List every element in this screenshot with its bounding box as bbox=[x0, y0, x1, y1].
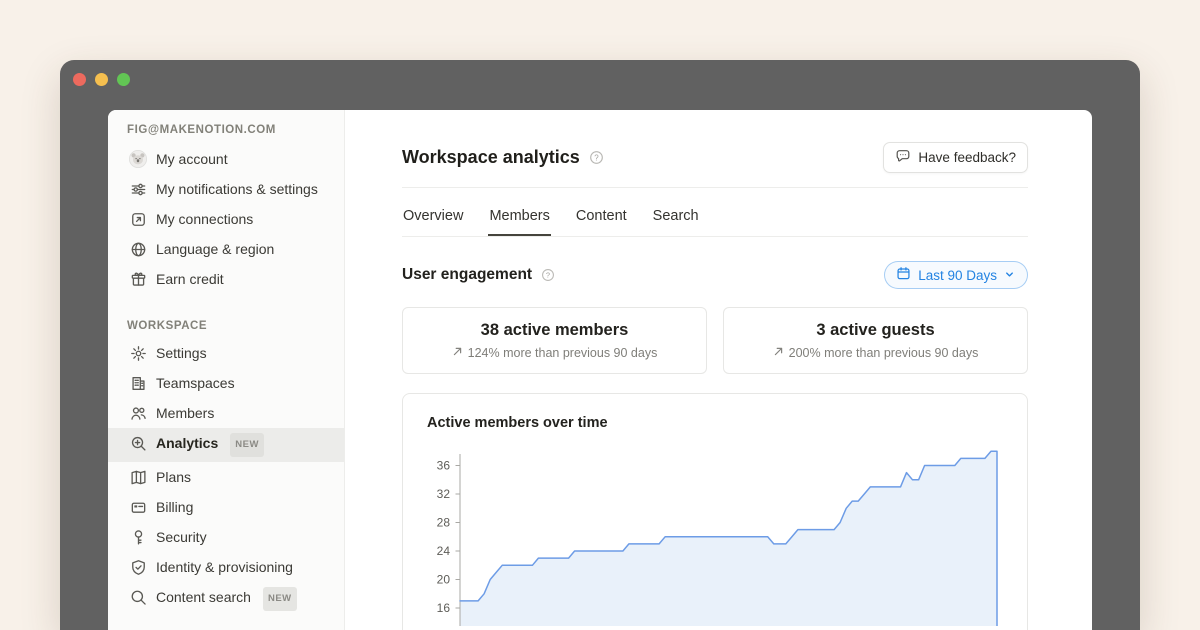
stat-trend-text: 200% more than previous 90 days bbox=[789, 346, 979, 360]
new-badge: NEW bbox=[263, 587, 297, 611]
tab-members[interactable]: Members bbox=[488, 199, 550, 236]
chart-card: Active members over time 16 20 24 28 32 36 bbox=[402, 393, 1028, 630]
minimize-button[interactable] bbox=[95, 73, 108, 86]
arrow-square-icon bbox=[129, 210, 147, 228]
sidebar-item-my-account[interactable]: My account bbox=[108, 144, 344, 174]
sidebar-item-label: My account bbox=[156, 149, 228, 169]
page-title: Workspace analytics bbox=[402, 147, 580, 168]
svg-text:24: 24 bbox=[437, 544, 451, 558]
sidebar-item-label: Members bbox=[156, 403, 214, 423]
sidebar-item-label: Security bbox=[156, 527, 207, 547]
gear-icon bbox=[129, 344, 147, 362]
have-feedback-button[interactable]: Have feedback? bbox=[883, 142, 1028, 173]
svg-text:32: 32 bbox=[437, 487, 451, 501]
svg-text:?: ? bbox=[594, 153, 599, 162]
stat-value: 38 active members bbox=[413, 321, 696, 340]
sidebar-item-billing[interactable]: Billing bbox=[108, 492, 344, 522]
sidebar-item-content-search[interactable]: Content search NEW bbox=[108, 582, 344, 616]
have-feedback-label: Have feedback? bbox=[918, 150, 1016, 165]
engagement-header: User engagement ? Last 90 Days bbox=[402, 260, 1028, 290]
sidebar-item-label: Plans bbox=[156, 467, 191, 487]
svg-text:20: 20 bbox=[437, 573, 451, 587]
help-icon[interactable]: ? bbox=[541, 268, 555, 282]
sidebar-item-earn-credit[interactable]: Earn credit bbox=[108, 264, 344, 294]
svg-text:28: 28 bbox=[437, 516, 451, 530]
sliders-icon bbox=[129, 180, 147, 198]
sidebar-item-label: Settings bbox=[156, 343, 207, 363]
active-members-chart: 16 20 24 28 32 36 bbox=[427, 446, 1004, 626]
stat-card-3-active-guests: 3 active guests 200% more than previous … bbox=[723, 307, 1028, 374]
sidebar-item-label: Analytics bbox=[156, 433, 218, 453]
trend-up-icon bbox=[773, 346, 784, 360]
sidebar-item-label: Language & region bbox=[156, 239, 274, 259]
settings-panel: FIG@MAKENOTION.COM My account My notifica… bbox=[108, 110, 1092, 630]
header-divider bbox=[402, 187, 1028, 188]
sidebar-item-language-region[interactable]: Language & region bbox=[108, 234, 344, 264]
engagement-title: User engagement bbox=[402, 266, 532, 284]
globe-icon bbox=[129, 240, 147, 258]
stat-trend-text: 124% more than previous 90 days bbox=[468, 346, 658, 360]
stats-row: 38 active members 124% more than previou… bbox=[402, 307, 1028, 374]
shield-check-icon bbox=[129, 558, 147, 576]
close-button[interactable] bbox=[73, 73, 86, 86]
svg-text:?: ? bbox=[546, 271, 550, 280]
page-header: Workspace analytics ? Have feedback? bbox=[402, 144, 1028, 171]
zoom-button[interactable] bbox=[117, 73, 130, 86]
analytics-tabs: Overview Members Content Search bbox=[402, 199, 1028, 237]
sidebar-item-analytics[interactable]: Analytics NEW bbox=[108, 428, 344, 462]
svg-text:36: 36 bbox=[437, 459, 451, 473]
tab-overview[interactable]: Overview bbox=[402, 199, 464, 236]
new-badge: NEW bbox=[230, 433, 264, 457]
account-nav: My account My notifications & settings My … bbox=[108, 144, 344, 294]
chat-bubble-icon bbox=[895, 148, 911, 167]
sidebar-item-label: Content search bbox=[156, 587, 251, 607]
sidebar-item-label: My notifications & settings bbox=[156, 179, 318, 199]
key-icon bbox=[129, 528, 147, 546]
stat-trend: 124% more than previous 90 days bbox=[413, 346, 696, 360]
trend-up-icon bbox=[452, 346, 463, 360]
main-content: Workspace analytics ? Have feedback? Ove… bbox=[345, 110, 1092, 630]
stat-card-38-active-members: 38 active members 124% more than previou… bbox=[402, 307, 707, 374]
sidebar-item-label: Teamspaces bbox=[156, 373, 235, 393]
sidebar-item-my-connections[interactable]: My connections bbox=[108, 204, 344, 234]
building-icon bbox=[129, 374, 147, 392]
chart-title: Active members over time bbox=[427, 415, 1003, 431]
app-window: FIG@MAKENOTION.COM My account My notifica… bbox=[60, 60, 1140, 630]
svg-text:16: 16 bbox=[437, 601, 451, 615]
sidebar-item-teamspaces[interactable]: Teamspaces bbox=[108, 368, 344, 398]
sidebar-item-my-notifications-settings[interactable]: My notifications & settings bbox=[108, 174, 344, 204]
sidebar-item-members[interactable]: Members bbox=[108, 398, 344, 428]
sidebar-item-label: My connections bbox=[156, 209, 253, 229]
date-range-selector[interactable]: Last 90 Days bbox=[884, 261, 1028, 289]
avatar-icon bbox=[129, 150, 147, 168]
workspace-section-label: WORKSPACE bbox=[108, 318, 344, 334]
tab-content[interactable]: Content bbox=[575, 199, 628, 236]
date-range-label: Last 90 Days bbox=[918, 268, 997, 283]
sidebar-item-label: Earn credit bbox=[156, 269, 224, 289]
credit-card-icon bbox=[129, 498, 147, 516]
people-icon bbox=[129, 404, 147, 422]
sidebar-item-plans[interactable]: Plans bbox=[108, 462, 344, 492]
magnifier-icon bbox=[129, 588, 147, 606]
calendar-icon bbox=[896, 266, 911, 284]
sidebar-item-label: Identity & provisioning bbox=[156, 557, 293, 577]
chevron-down-icon bbox=[1004, 268, 1015, 283]
workspace-nav: Settings Teamspaces Members Analytics NEW Pla… bbox=[108, 338, 344, 616]
sidebar-item-settings[interactable]: Settings bbox=[108, 338, 344, 368]
window-controls bbox=[73, 73, 130, 86]
tab-search[interactable]: Search bbox=[652, 199, 700, 236]
sidebar-item-label: Billing bbox=[156, 497, 193, 517]
magnifier-plus-icon bbox=[129, 434, 147, 452]
map-icon bbox=[129, 468, 147, 486]
account-email-label: FIG@MAKENOTION.COM bbox=[108, 122, 344, 138]
stat-value: 3 active guests bbox=[734, 321, 1017, 340]
sidebar-item-identity-provisioning[interactable]: Identity & provisioning bbox=[108, 552, 344, 582]
sidebar-item-security[interactable]: Security bbox=[108, 522, 344, 552]
settings-sidebar: FIG@MAKENOTION.COM My account My notifica… bbox=[108, 110, 345, 630]
gift-icon bbox=[129, 270, 147, 288]
stat-trend: 200% more than previous 90 days bbox=[734, 346, 1017, 360]
help-icon[interactable]: ? bbox=[589, 150, 604, 165]
